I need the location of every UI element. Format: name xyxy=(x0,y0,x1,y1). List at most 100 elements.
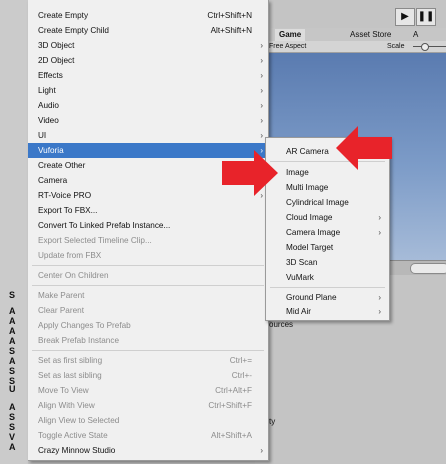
hierarchy-letter: S xyxy=(9,290,16,300)
hierarchy-letter: S xyxy=(9,422,16,432)
menu-item-video[interactable]: Video › xyxy=(28,113,268,128)
menu-item-effects[interactable]: Effects › xyxy=(28,68,268,83)
menu-item-audio[interactable]: Audio › xyxy=(28,98,268,113)
hierarchy-letter: U xyxy=(9,384,16,394)
chevron-right-icon: › xyxy=(260,41,263,50)
menu-item-label: Create Other xyxy=(38,161,86,170)
menu-item-label: Set as first sibling xyxy=(38,356,103,365)
submenu-item-3d-scan[interactable]: 3D Scan xyxy=(266,255,389,270)
submenu-item-cylindrical-image[interactable]: Cylindrical Image xyxy=(266,195,389,210)
submenu-item-label: AR Camera xyxy=(286,147,329,156)
menu-item-ui[interactable]: UI › xyxy=(28,128,268,143)
chevron-right-icon: › xyxy=(378,213,381,222)
menu-item-shortcut: Ctrl+- xyxy=(231,371,252,380)
chevron-right-icon: › xyxy=(378,307,381,316)
hierarchy-letter: A xyxy=(9,336,16,346)
menu-item-shortcut: Alt+Shift+N xyxy=(210,26,252,35)
submenu-item-label: Camera Image xyxy=(286,228,341,237)
tab-game[interactable]: Game xyxy=(275,29,306,41)
menu-separator xyxy=(32,350,264,351)
menu-item-convert-linked-prefab[interactable]: Convert To Linked Prefab Instance... xyxy=(28,218,268,233)
panel-text-fragment: ources xyxy=(269,320,294,329)
menu-item-label: Align With View xyxy=(38,401,95,410)
menu-item-update-from-fbx: Update from FBX xyxy=(28,248,268,263)
menu-item-break-prefab: Break Prefab Instance xyxy=(28,333,268,348)
menu-item-create-empty[interactable]: Create Empty Ctrl+Shift+N xyxy=(28,8,268,23)
asset-store-tab-label: Asset Store xyxy=(350,30,392,39)
menu-item-apply-prefab: Apply Changes To Prefab xyxy=(28,318,268,333)
tab-asset-store[interactable]: Asset Store xyxy=(350,29,391,41)
submenu-item-label: Image xyxy=(286,168,309,177)
menu-item-label: Set as last sibling xyxy=(38,371,102,380)
hierarchy-letter: A xyxy=(9,442,16,452)
submenu-item-label: Multi Image xyxy=(286,183,329,192)
menu-item-make-parent: Make Parent xyxy=(28,288,268,303)
submenu-item-label: 3D Scan xyxy=(286,258,318,267)
submenu-item-label: VuMark xyxy=(286,273,314,282)
hierarchy-letter: A xyxy=(9,306,16,316)
menu-item-crazy-minnow-studio[interactable]: Crazy Minnow Studio › xyxy=(28,443,268,458)
menu-item-label: Update from FBX xyxy=(38,251,102,260)
hierarchy-letter: S xyxy=(9,412,16,422)
menu-item-label: Center On Children xyxy=(38,271,109,280)
menu-item-2d-object[interactable]: 2D Object › xyxy=(28,53,268,68)
menu-item-set-last-sibling: Set as last sibling Ctrl+- xyxy=(28,368,268,383)
submenu-item-camera-image[interactable]: Camera Image › xyxy=(266,225,389,240)
menu-item-label: Clear Parent xyxy=(38,306,84,315)
menu-item-label: Apply Changes To Prefab xyxy=(38,321,131,330)
submenu-item-ground-plane[interactable]: Ground Plane › xyxy=(266,290,389,305)
gameobject-context-menu: Create Empty Ctrl+Shift+N Create Empty Ch… xyxy=(28,0,269,461)
chevron-right-icon: › xyxy=(378,228,381,237)
submenu-item-label: Cloud Image xyxy=(286,213,333,222)
menu-item-3d-object[interactable]: 3D Object › xyxy=(28,38,268,53)
menu-item-clear-parent: Clear Parent xyxy=(28,303,268,318)
extra-tab-label: A xyxy=(413,30,419,39)
menu-item-label: Vuforia xyxy=(38,146,64,155)
menu-item-export-timeline-clip: Export Selected Timeline Clip... xyxy=(28,233,268,248)
scale-slider-handle[interactable] xyxy=(421,43,429,51)
menu-item-label: Export To FBX... xyxy=(38,206,98,215)
scale-label: Scale xyxy=(387,43,405,50)
submenu-item-vumark[interactable]: VuMark xyxy=(266,270,389,285)
chevron-right-icon: › xyxy=(260,131,263,140)
submenu-item-multi-image[interactable]: Multi Image xyxy=(266,180,389,195)
menu-item-label: Break Prefab Instance xyxy=(38,336,120,345)
hierarchy-letter: V xyxy=(9,432,16,442)
menu-item-label: Camera xyxy=(38,176,68,185)
submenu-item-mid-air[interactable]: Mid Air › xyxy=(266,304,389,319)
menu-item-label: Move To View xyxy=(38,386,89,395)
hierarchy-letter: S xyxy=(9,366,16,376)
menu-item-label: Audio xyxy=(38,101,59,110)
scale-slider[interactable] xyxy=(413,46,446,47)
submenu-item-label: Ground Plane xyxy=(286,293,337,302)
menu-item-shortcut: Ctrl+= xyxy=(229,356,252,365)
aspect-dropdown[interactable]: Free Aspect xyxy=(269,41,306,52)
pause-button[interactable]: ❚❚ xyxy=(416,8,436,26)
menu-item-export-fbx[interactable]: Export To FBX... xyxy=(28,203,268,218)
menu-item-label: Toggle Active State xyxy=(38,431,108,440)
menu-item-move-to-view: Move To View Ctrl+Alt+F xyxy=(28,383,268,398)
play-button[interactable]: ▶ xyxy=(395,8,415,26)
chevron-right-icon: › xyxy=(260,101,263,110)
menu-item-create-empty-child[interactable]: Create Empty Child Alt+Shift+N xyxy=(28,23,268,38)
hierarchy-strip: S A A A A S A S S U A S S V A xyxy=(0,0,28,464)
menu-item-label: RT-Voice PRO xyxy=(38,191,92,200)
menu-item-label: Make Parent xyxy=(38,291,85,300)
chevron-right-icon: › xyxy=(260,86,263,95)
menu-item-label: Export Selected Timeline Clip... xyxy=(38,236,152,245)
submenu-item-label: Mid Air xyxy=(286,307,312,316)
menu-item-label: 2D Object xyxy=(38,56,75,65)
submenu-item-cloud-image[interactable]: Cloud Image › xyxy=(266,210,389,225)
menu-item-light[interactable]: Light › xyxy=(28,83,268,98)
chevron-right-icon: › xyxy=(260,446,263,455)
submenu-item-model-target[interactable]: Model Target xyxy=(266,240,389,255)
menu-separator xyxy=(270,287,385,288)
right-arrow-icon xyxy=(222,150,278,196)
menu-item-label: Convert To Linked Prefab Instance... xyxy=(38,221,171,230)
search-input[interactable] xyxy=(410,263,446,274)
menu-item-center-on-children: Center On Children xyxy=(28,268,268,283)
menu-item-shortcut: Alt+Shift+A xyxy=(211,431,252,440)
hierarchy-letter: A xyxy=(9,326,16,336)
tab-extra[interactable]: A xyxy=(413,29,418,41)
menu-item-set-first-sibling: Set as first sibling Ctrl+= xyxy=(28,353,268,368)
